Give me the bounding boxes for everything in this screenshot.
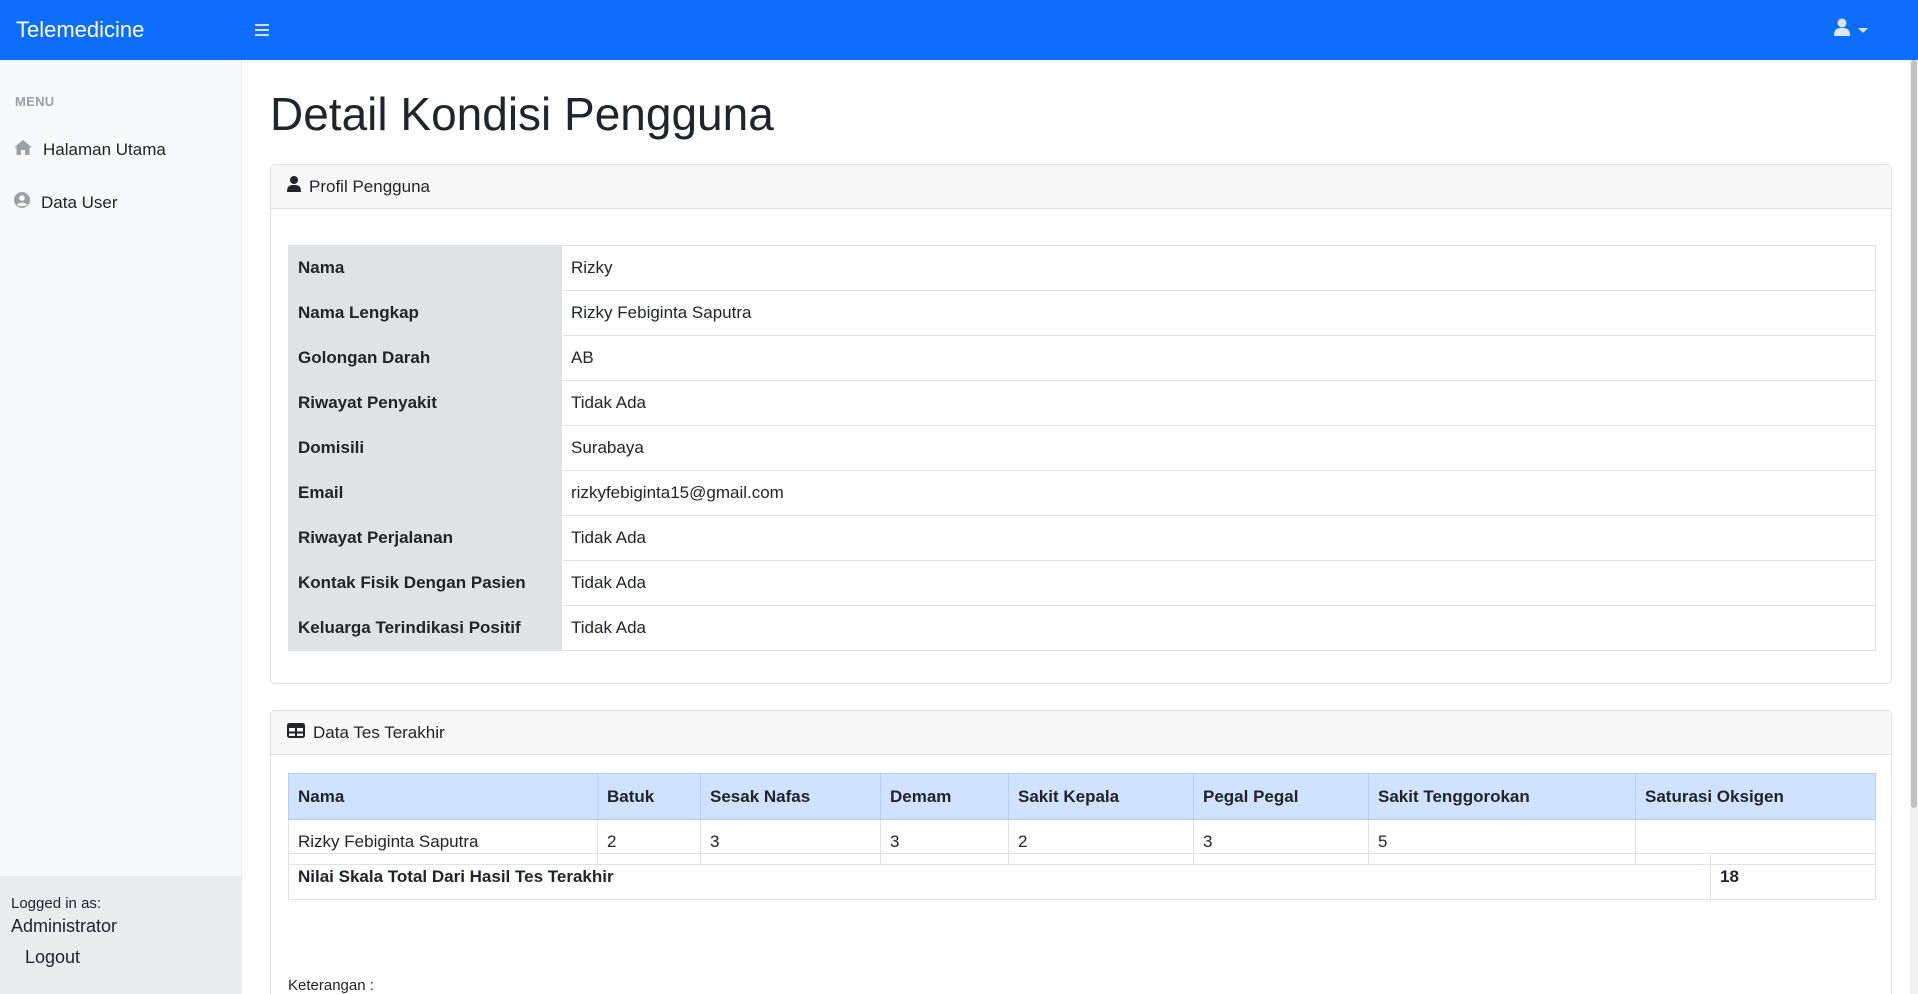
row-value: Tidak Ada [561, 605, 1876, 651]
column-header: Sakit Tenggorokan [1368, 773, 1636, 820]
column-header: Pegal Pegal [1193, 773, 1369, 820]
row-value: Surabaya [561, 425, 1876, 471]
total-score-value: 18 [1710, 853, 1876, 900]
total-score-table: Nilai Skala Total Dari Hasil Tes Terakhi… [288, 853, 1876, 900]
user-icon [1834, 18, 1850, 41]
scrollbar[interactable] [1910, 60, 1918, 994]
column-header: Batuk [597, 773, 701, 820]
row-label: Golongan Darah [288, 335, 562, 381]
row-value: rizkyfebiginta15@gmail.com [561, 470, 1876, 516]
note-label: Keterangan : [288, 977, 374, 994]
user-circle-icon [14, 192, 30, 213]
logout-link[interactable]: Logout [25, 947, 231, 968]
brand-title[interactable]: Telemedicine [0, 17, 242, 43]
column-header: Sesak Nafas [700, 773, 881, 820]
user-icon [287, 176, 301, 197]
home-icon [14, 140, 32, 160]
row-label: Nama [288, 245, 562, 291]
sidebar-item-halaman-utama[interactable]: Halaman Utama [14, 140, 166, 160]
user-dropdown[interactable] [1834, 18, 1868, 41]
row-value: Tidak Ada [561, 515, 1876, 561]
card-title: Data Tes Terakhir [313, 722, 445, 742]
tests-card: Data Tes Terakhir Nama Batuk Sesak Nafas… [270, 710, 1892, 994]
tests-card-header: Data Tes Terakhir [271, 711, 1891, 755]
table-row: Domisili Surabaya [288, 425, 1876, 471]
row-label: Nama Lengkap [288, 290, 562, 336]
row-value: Rizky [561, 245, 1876, 291]
table-row: Nama Lengkap Rizky Febiginta Saputra [288, 290, 1876, 336]
table-row: Nama Rizky [288, 245, 1876, 291]
profile-card: Profil Pengguna Nama Rizky Nama Lengkap Ri… [270, 164, 1892, 684]
row-value: AB [561, 335, 1876, 381]
column-header: Sakit Kepala [1008, 773, 1194, 820]
sidebar-item-label: Halaman Utama [43, 140, 166, 159]
row-value: Tidak Ada [561, 560, 1876, 606]
row-value: Tidak Ada [561, 380, 1876, 426]
total-score-label: Nilai Skala Total Dari Hasil Tes Terakhi… [288, 853, 1711, 900]
sidebar: MENU Halaman Utama Data User Logged in a… [0, 60, 242, 994]
table-row: Kontak Fisik Dengan Pasien Tidak Ada [288, 560, 1876, 606]
table-row: Nilai Skala Total Dari Hasil Tes Terakhi… [288, 853, 1876, 900]
sidebar-heading: MENU [15, 94, 55, 109]
page-title: Detail Kondisi Pengguna [270, 88, 774, 140]
scrollbar-thumb[interactable] [1911, 60, 1917, 808]
top-navbar: Telemedicine [0, 0, 1918, 60]
row-label: Domisili [288, 425, 562, 471]
row-label: Keluarga Terindikasi Positif [288, 605, 562, 651]
row-label: Riwayat Perjalanan [288, 515, 562, 561]
table-row: Email rizkyfebiginta15@gmail.com [288, 470, 1876, 516]
logged-in-label: Logged in as: [11, 895, 102, 912]
sidebar-item-label: Data User [41, 192, 118, 212]
profile-card-header: Profil Pengguna [271, 165, 1891, 209]
table-row: Riwayat Perjalanan Tidak Ada [288, 515, 1876, 561]
column-header: Demam [880, 773, 1009, 820]
table-row: Riwayat Penyakit Tidak Ada [288, 380, 1876, 426]
table-icon [287, 722, 305, 743]
row-label: Email [288, 470, 562, 516]
table-header-row: Nama Batuk Sesak Nafas Demam Sakit Kepal… [288, 773, 1876, 820]
profile-table: Nama Rizky Nama Lengkap Rizky Febiginta Sa… [288, 245, 1876, 651]
sidebar-item-data-user[interactable]: Data User [14, 192, 118, 213]
hamburger-icon[interactable] [250, 18, 274, 42]
row-label: Riwayat Penyakit [288, 380, 562, 426]
tests-table: Nama Batuk Sesak Nafas Demam Sakit Kepal… [288, 773, 1876, 865]
column-header: Saturasi Oksigen [1635, 773, 1876, 820]
chevron-down-icon [1858, 21, 1868, 39]
card-title: Profil Pengguna [309, 176, 430, 196]
row-label: Kontak Fisik Dengan Pasien [288, 560, 562, 606]
sidebar-footer: Logged in as: Administrator Logout [0, 876, 242, 994]
table-row: Golongan Darah AB [288, 335, 1876, 381]
row-value: Rizky Febiginta Saputra [561, 290, 1876, 336]
table-row: Keluarga Terindikasi Positif Tidak Ada [288, 605, 1876, 651]
logged-in-user: Administrator [11, 916, 118, 936]
column-header: Nama [288, 773, 598, 820]
